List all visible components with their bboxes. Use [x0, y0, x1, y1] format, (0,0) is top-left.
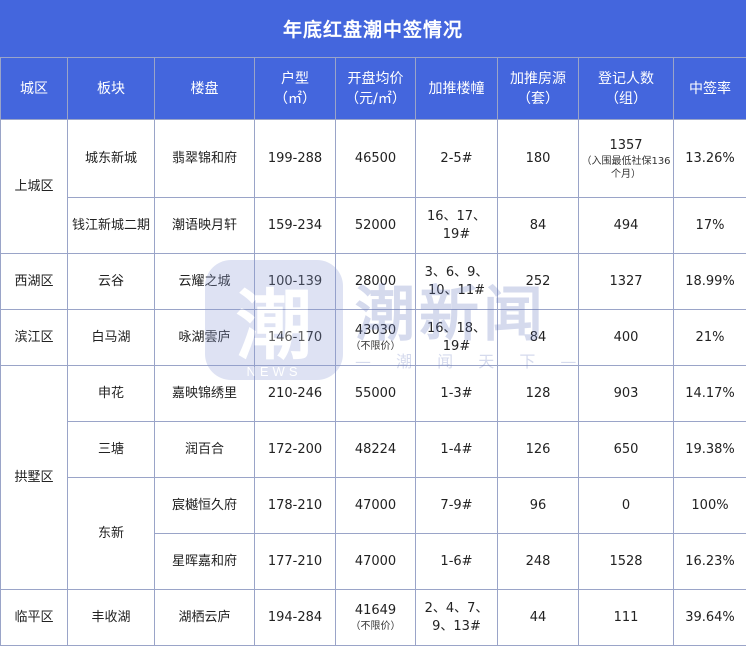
cell-size: 177-210 — [255, 534, 336, 590]
cell-price: 28000 — [336, 254, 416, 310]
cell-buildings: 16、18、19# — [416, 310, 498, 366]
cell-project: 云耀之城 — [155, 254, 255, 310]
cell-units: 252 — [498, 254, 579, 310]
cell-rate: 14.17% — [674, 366, 746, 422]
cell-project: 星晖嘉和府 — [155, 534, 255, 590]
cell-units: 126 — [498, 422, 579, 478]
cell-size: 194-284 — [255, 590, 336, 646]
table-row: 三塘 润百合 172-200 48224 1-4# 126 650 19.38% — [1, 422, 746, 478]
price-note: （不限价） — [338, 340, 413, 353]
cell-project: 宸樾恒久府 — [155, 478, 255, 534]
cell-block: 申花 — [68, 366, 155, 422]
cell-district: 临平区 — [1, 590, 68, 646]
table-row: 滨江区 白马湖 咏湖雲庐 146-170 43030（不限价） 16、18、19… — [1, 310, 746, 366]
cell-rate: 18.99% — [674, 254, 746, 310]
cell-size: 159-234 — [255, 198, 336, 254]
header-registrants: 登记人数（组） — [579, 58, 674, 120]
cell-price: 43030（不限价） — [336, 310, 416, 366]
cell-block: 三塘 — [68, 422, 155, 478]
cell-buildings: 2、4、7、9、13# — [416, 590, 498, 646]
table-row: 上城区 城东新城 翡翠锦和府 199-288 46500 2-5# 180 13… — [1, 120, 746, 198]
cell-registrants: 111 — [579, 590, 674, 646]
cell-district: 滨江区 — [1, 310, 68, 366]
cell-block: 城东新城 — [68, 120, 155, 198]
cell-registrants: 400 — [579, 310, 674, 366]
header-price: 开盘均价（元/㎡） — [336, 58, 416, 120]
price-note: （不限价） — [338, 620, 413, 633]
cell-price: 47000 — [336, 478, 416, 534]
cell-rate: 13.26% — [674, 120, 746, 198]
cell-registrants: 1528 — [579, 534, 674, 590]
cell-rate: 17% — [674, 198, 746, 254]
cell-block: 云谷 — [68, 254, 155, 310]
cell-district: 拱墅区 — [1, 366, 68, 590]
cell-units: 84 — [498, 310, 579, 366]
cell-price: 52000 — [336, 198, 416, 254]
cell-units: 84 — [498, 198, 579, 254]
cell-buildings: 7-9# — [416, 478, 498, 534]
table-row: 西湖区 云谷 云耀之城 100-139 28000 3、6、9、10、11# 2… — [1, 254, 746, 310]
header-project: 楼盘 — [155, 58, 255, 120]
lottery-table: 城区 板块 楼盘 户型（㎡） 开盘均价（元/㎡） 加推楼幢 加推房源（套） 登记… — [0, 57, 746, 646]
cell-buildings: 16、17、19# — [416, 198, 498, 254]
header-buildings: 加推楼幢 — [416, 58, 498, 120]
cell-rate: 39.64% — [674, 590, 746, 646]
cell-project: 翡翠锦和府 — [155, 120, 255, 198]
table-row: 钱江新城二期 潮语映月轩 159-234 52000 16、17、19# 84 … — [1, 198, 746, 254]
header-units: 加推房源（套） — [498, 58, 579, 120]
header-district: 城区 — [1, 58, 68, 120]
cell-size: 146-170 — [255, 310, 336, 366]
cell-rate: 19.38% — [674, 422, 746, 478]
cell-buildings: 2-5# — [416, 120, 498, 198]
cell-rate: 100% — [674, 478, 746, 534]
cell-price: 55000 — [336, 366, 416, 422]
cell-size: 210-246 — [255, 366, 336, 422]
cell-buildings: 3、6、9、10、11# — [416, 254, 498, 310]
cell-project: 潮语映月轩 — [155, 198, 255, 254]
cell-project: 湖栖云庐 — [155, 590, 255, 646]
cell-block: 丰收湖 — [68, 590, 155, 646]
header-rate: 中签率 — [674, 58, 746, 120]
cell-size: 199-288 — [255, 120, 336, 198]
cell-units: 248 — [498, 534, 579, 590]
cell-registrants: 1357（入围最低社保136个月） — [579, 120, 674, 198]
registrants-note: （入围最低社保136个月） — [581, 155, 671, 181]
cell-price: 46500 — [336, 120, 416, 198]
cell-units: 128 — [498, 366, 579, 422]
cell-registrants: 650 — [579, 422, 674, 478]
cell-registrants: 903 — [579, 366, 674, 422]
cell-price: 47000 — [336, 534, 416, 590]
cell-registrants: 1327 — [579, 254, 674, 310]
table-row: 东新 宸樾恒久府 178-210 47000 7-9# 96 0 100% — [1, 478, 746, 534]
header-block: 板块 — [68, 58, 155, 120]
cell-registrants: 494 — [579, 198, 674, 254]
cell-project: 咏湖雲庐 — [155, 310, 255, 366]
cell-block: 钱江新城二期 — [68, 198, 155, 254]
cell-buildings: 1-4# — [416, 422, 498, 478]
cell-units: 180 — [498, 120, 579, 198]
cell-size: 100-139 — [255, 254, 336, 310]
cell-rate: 16.23% — [674, 534, 746, 590]
header-unit-type: 户型（㎡） — [255, 58, 336, 120]
cell-units: 44 — [498, 590, 579, 646]
cell-registrants: 0 — [579, 478, 674, 534]
cell-block: 东新 — [68, 478, 155, 590]
cell-units: 96 — [498, 478, 579, 534]
cell-district: 上城区 — [1, 120, 68, 254]
cell-project: 嘉映锦绣里 — [155, 366, 255, 422]
table-row: 拱墅区 申花 嘉映锦绣里 210-246 55000 1-3# 128 903 … — [1, 366, 746, 422]
cell-size: 172-200 — [255, 422, 336, 478]
cell-block: 白马湖 — [68, 310, 155, 366]
header-row: 城区 板块 楼盘 户型（㎡） 开盘均价（元/㎡） 加推楼幢 加推房源（套） 登记… — [1, 58, 746, 120]
cell-price: 41649（不限价） — [336, 590, 416, 646]
table-row: 临平区 丰收湖 湖栖云庐 194-284 41649（不限价） 2、4、7、9、… — [1, 590, 746, 646]
cell-rate: 21% — [674, 310, 746, 366]
cell-buildings: 1-3# — [416, 366, 498, 422]
cell-project: 润百合 — [155, 422, 255, 478]
table-title: 年底红盘潮中签情况 — [0, 0, 746, 57]
cell-buildings: 1-6# — [416, 534, 498, 590]
cell-district: 西湖区 — [1, 254, 68, 310]
cell-size: 178-210 — [255, 478, 336, 534]
cell-price: 48224 — [336, 422, 416, 478]
